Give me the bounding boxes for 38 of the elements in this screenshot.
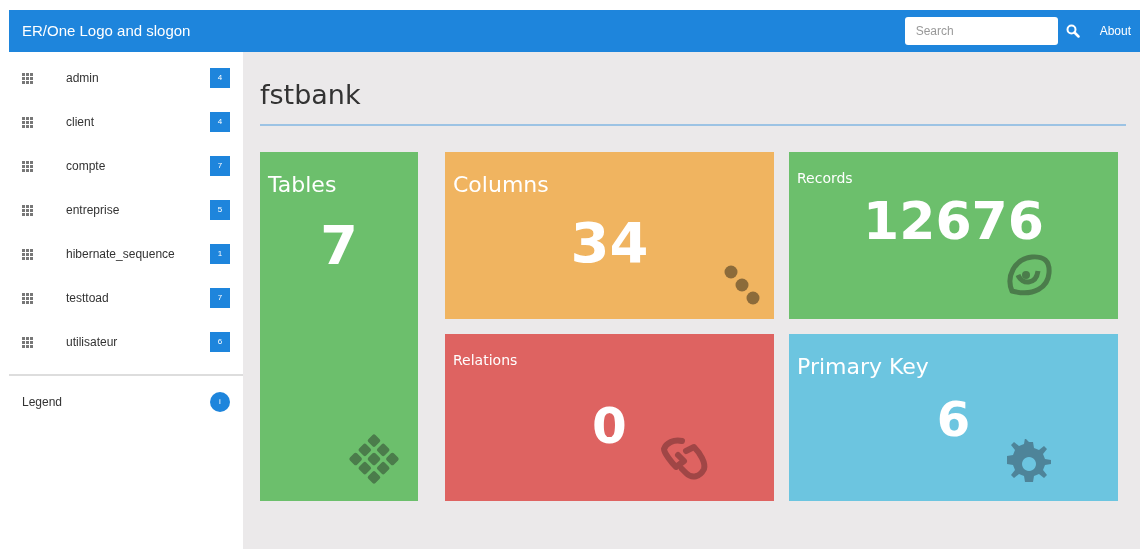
count-badge: 6 [210,332,230,352]
search-icon[interactable] [1065,24,1080,38]
tile-title: Relations [453,351,519,371]
about-link[interactable]: About [1099,22,1131,40]
sidebar-item[interactable]: compte 7 [9,144,243,188]
grid-icon [22,204,33,216]
grid-icon [22,116,33,128]
legend-label[interactable]: Legend [22,393,63,411]
sidebar-item[interactable]: admin 4 [9,56,243,100]
tile-title: Records [797,169,854,189]
brand-title: ER/One Logo and slogon [22,20,191,41]
tile-title: Columns [453,171,550,200]
grid-icon [22,160,33,172]
grid-icon [22,336,33,348]
sidebar-item[interactable]: client 4 [9,100,243,144]
tile-title: Primary Key [797,353,930,382]
count-badge: 7 [210,156,230,176]
count-badge: 1 [210,244,230,264]
tile-value: 34 [569,215,650,272]
grid-icon [22,292,33,304]
info-badge[interactable]: i [210,392,230,412]
count-badge: 7 [210,288,230,308]
sidebar-item[interactable]: hibernate_sequence 1 [9,232,243,276]
tile-value: 7 [319,219,359,274]
count-badge: 5 [210,200,230,220]
tile-value: 12676 [862,195,1045,248]
count-badge: 4 [210,68,230,88]
grid-icon [22,72,33,84]
tile-title: Tables [268,171,338,200]
sidebar-item[interactable]: testtoad 7 [9,276,243,320]
page-title: fstbank [260,79,361,110]
search-field[interactable]: Search [904,17,1058,45]
grid-icon [22,248,33,260]
tile-value: 6 [935,395,972,444]
count-badge: 4 [210,112,230,132]
sidebar-item[interactable]: utilisateur 6 [9,320,243,364]
tile-value: 0 [591,401,628,452]
sidebar-item[interactable]: entreprise 5 [9,188,243,232]
